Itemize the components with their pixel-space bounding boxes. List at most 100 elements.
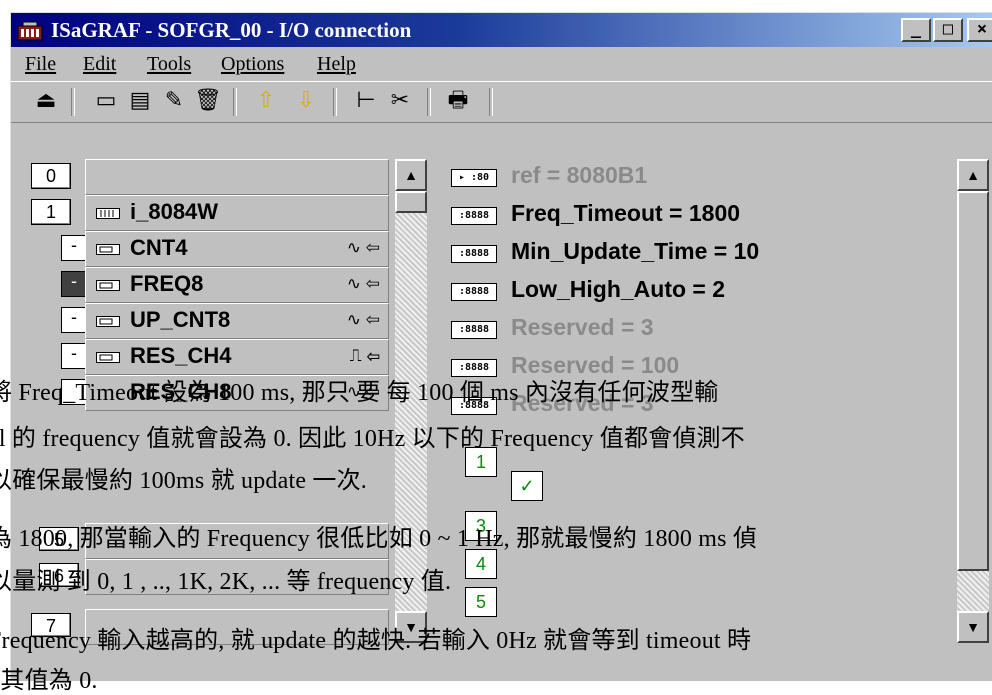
- isagraf-app-icon[interactable]: [17, 21, 43, 41]
- slot-label-cell[interactable]: [85, 559, 389, 595]
- param-value-icon: :8888: [451, 283, 497, 301]
- slot-board-name: i_8084W: [130, 199, 219, 224]
- param-text: Min_Update_Time = 10: [511, 238, 760, 264]
- scroll-up-button[interactable]: ▲: [395, 159, 427, 191]
- signal-type-icon: ∿ ⇦: [346, 310, 380, 329]
- slot-row[interactable]: 0: [11, 159, 411, 195]
- channel-row-res-ch4[interactable]: - RES_CH4 ⎍ ⇦: [11, 339, 411, 375]
- channel-name: RES_CH8: [130, 379, 232, 404]
- channel-check-icon[interactable]: 3: [465, 511, 497, 541]
- param-ref-icon: ▸ :80: [451, 169, 497, 187]
- menu-tools[interactable]: Tools: [147, 53, 191, 76]
- channel-check-icon[interactable]: 5: [465, 587, 497, 617]
- slot-label-cell[interactable]: i_8084W: [85, 195, 389, 231]
- open-icon[interactable]: ⏏: [31, 87, 61, 115]
- board-icon[interactable]: ▭: [91, 87, 121, 115]
- channel-expand-box[interactable]: -: [61, 343, 87, 369]
- cut-icon[interactable]: ✂: [385, 87, 415, 115]
- param-row[interactable]: :8888 Reserved = 3: [439, 311, 959, 349]
- param-value-icon: :8888: [451, 207, 497, 225]
- signal-type-icon: ⎍ ⇦: [349, 346, 380, 365]
- scroll-down-button[interactable]: ▼: [957, 611, 989, 643]
- scroll-thumb[interactable]: [395, 191, 427, 213]
- slot-number[interactable]: 1: [31, 199, 71, 225]
- param-row[interactable]: :8888 Low_High_Auto = 2: [439, 273, 959, 311]
- slot-number[interactable]: 7: [31, 613, 71, 637]
- channel-name: UP_CNT8: [130, 307, 231, 332]
- menu-file[interactable]: File: [25, 53, 56, 76]
- param-row[interactable]: :8888 Freq_Timeout = 1800: [439, 197, 959, 235]
- param-value-icon: :8888: [451, 359, 497, 377]
- window-title: ISaGRAF - SOFGR_00 - I/O connection: [51, 18, 412, 42]
- channel-expand-box[interactable]: -: [61, 271, 87, 297]
- param-text: Reserved = 3: [511, 314, 654, 340]
- close-button[interactable]: ×: [967, 18, 992, 42]
- slot-row[interactable]: 6: [11, 559, 411, 595]
- menu-help[interactable]: Help: [317, 53, 356, 76]
- move-down-icon[interactable]: ⇩: [291, 87, 321, 115]
- menu-options[interactable]: Options: [221, 53, 284, 76]
- param-value-icon: :8888: [451, 397, 497, 415]
- slot-label-cell[interactable]: [85, 159, 389, 195]
- param-text: ref = 8080B1: [511, 162, 648, 188]
- param-row[interactable]: ▸ :80 ref = 8080B1: [439, 159, 959, 197]
- channel-check-icon[interactable]: ✓: [511, 471, 543, 501]
- slot-label-cell[interactable]: [85, 609, 389, 645]
- io-card-icon: [96, 280, 120, 291]
- channel-expand-box[interactable]: -: [61, 235, 87, 261]
- signal-type-icon: ∿ ⇦: [346, 382, 380, 401]
- channel-label-cell[interactable]: FREQ8 ∿ ⇦: [85, 267, 389, 303]
- slot-label-cell[interactable]: [85, 523, 389, 559]
- scroll-up-button[interactable]: ▲: [957, 159, 989, 191]
- move-up-icon[interactable]: ⇧: [251, 87, 281, 115]
- rack-scrollbar[interactable]: ▲ ▼: [395, 159, 427, 643]
- param-scrollbar[interactable]: ▲ ▼: [957, 159, 989, 643]
- slot-number[interactable]: 6: [39, 563, 79, 587]
- channel-name: RES_CH4: [130, 343, 232, 368]
- toolbar-separator: [71, 88, 75, 116]
- channel-expand-box[interactable]: [61, 379, 87, 405]
- channel-expand-box[interactable]: -: [61, 307, 87, 333]
- param-row[interactable]: :8888 Reserved = 100: [439, 349, 959, 387]
- slot-number[interactable]: 5: [39, 527, 79, 551]
- tree-icon[interactable]: ⊢: [351, 87, 381, 115]
- channel-label-cell[interactable]: CNT4 ∿ ⇦: [85, 231, 389, 267]
- toolbar: ⏏ ▭ ▤ ✎ 🗑 ⇧ ⇩ ⊢ ✂ 🖶: [11, 81, 992, 123]
- slot-row[interactable]: 5: [11, 523, 411, 559]
- minimize-button[interactable]: _: [901, 18, 931, 42]
- param-text: Low_High_Auto = 2: [511, 276, 726, 302]
- signal-type-icon: ∿ ⇦: [346, 274, 380, 293]
- slot-row[interactable]: 7: [11, 609, 411, 645]
- channel-row-res-ch8[interactable]: RES_CH8 ∿ ⇦: [11, 375, 411, 411]
- channel-name: CNT4: [130, 235, 188, 260]
- channel-check-icon[interactable]: 4: [465, 549, 497, 579]
- param-row[interactable]: :8888 Min_Update_Time = 10: [439, 235, 959, 273]
- io-rack-panel: 0 1 i_8084W - CNT4 ∿ ⇦ - FREQ8 ∿ ⇦ - UP_…: [11, 153, 427, 681]
- channel-label-cell[interactable]: RES_CH8 ∿ ⇦: [85, 375, 389, 411]
- scroll-down-button[interactable]: ▼: [395, 611, 427, 643]
- param-value-icon: :8888: [451, 321, 497, 339]
- param-row[interactable]: :8888 Reserved = 3: [439, 387, 959, 425]
- channel-row-up-cnt8[interactable]: - UP_CNT8 ∿ ⇦: [11, 303, 411, 339]
- channel-row-freq8[interactable]: - FREQ8 ∿ ⇦: [11, 267, 411, 303]
- io-card-icon[interactable]: ▤: [125, 87, 155, 115]
- channel-check-icon[interactable]: 1: [465, 447, 497, 477]
- param-text: Reserved = 3: [511, 390, 654, 416]
- title-bar[interactable]: ISaGRAF - SOFGR_00 - I/O connection _ □ …: [11, 13, 992, 47]
- print-icon[interactable]: 🖶: [443, 87, 473, 115]
- signal-type-icon: ∿ ⇦: [346, 238, 380, 257]
- menu-edit[interactable]: Edit: [83, 53, 116, 76]
- calibrate-icon[interactable]: ✎: [159, 87, 189, 115]
- slot-row[interactable]: 1 i_8084W: [11, 195, 411, 231]
- io-card-icon: [96, 352, 120, 363]
- delete-icon[interactable]: 🗑: [193, 87, 223, 115]
- toolbar-separator: [233, 88, 237, 116]
- channel-label-cell[interactable]: UP_CNT8 ∿ ⇦: [85, 303, 389, 339]
- channel-label-cell[interactable]: RES_CH4 ⎍ ⇦: [85, 339, 389, 375]
- maximize-button[interactable]: □: [933, 18, 963, 42]
- toolbar-separator: [427, 88, 431, 116]
- channel-row-cnt4[interactable]: - CNT4 ∿ ⇦: [11, 231, 411, 267]
- scroll-thumb[interactable]: [957, 191, 989, 571]
- slot-number[interactable]: 0: [31, 163, 71, 189]
- isagraf-window: ISaGRAF - SOFGR_00 - I/O connection _ □ …: [10, 12, 992, 681]
